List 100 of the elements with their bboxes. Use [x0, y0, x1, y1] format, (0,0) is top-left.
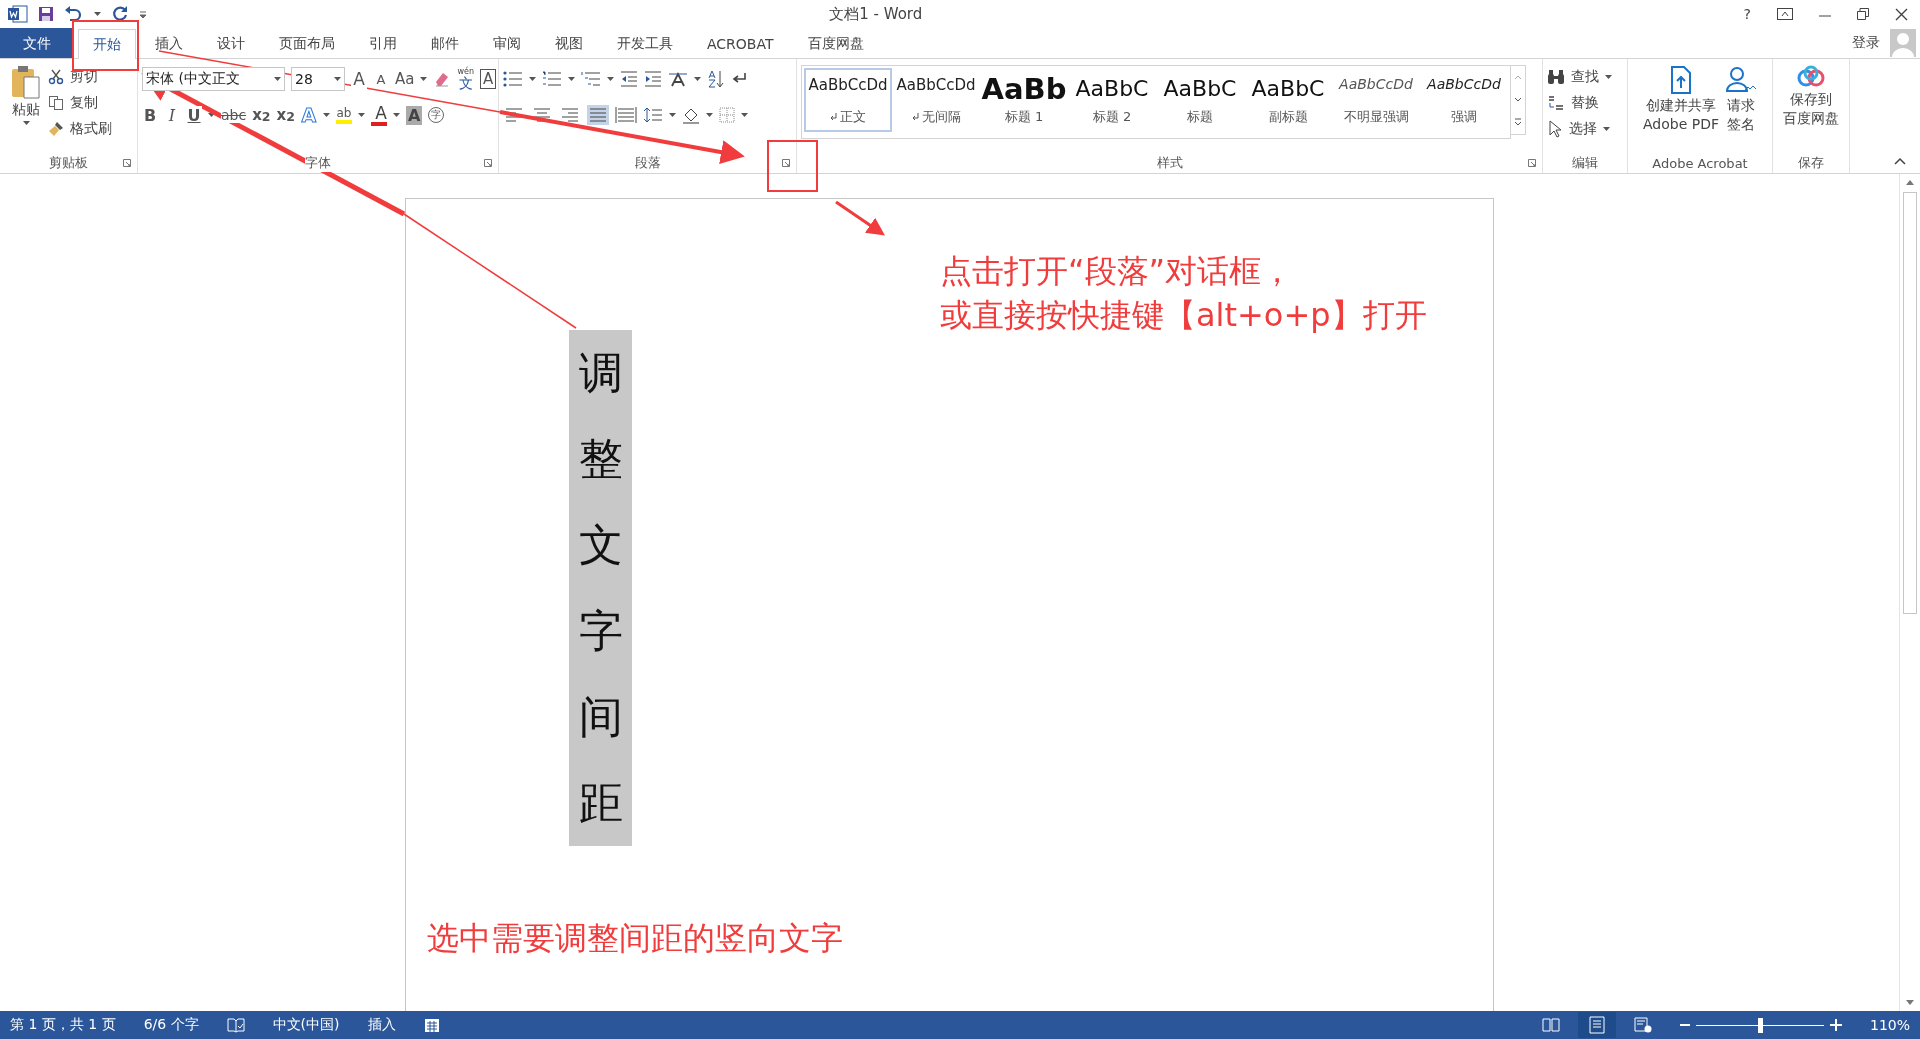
- file-tab[interactable]: 文件: [0, 28, 74, 58]
- sign-in-link[interactable]: 登录: [1852, 34, 1880, 52]
- caret-icon[interactable]: [392, 113, 400, 117]
- font-color-button[interactable]: A: [370, 104, 387, 126]
- dialog-launcher-icon[interactable]: [782, 159, 790, 167]
- bullets-icon[interactable]: [503, 71, 523, 87]
- caret-icon[interactable]: [694, 77, 701, 81]
- multilevel-list-icon[interactable]: [581, 71, 601, 87]
- highlight-button[interactable]: ab: [335, 106, 352, 124]
- caret-icon[interactable]: [94, 12, 101, 16]
- close-icon[interactable]: [1895, 7, 1908, 21]
- line-spacing-icon[interactable]: [643, 107, 663, 123]
- caret-icon[interactable]: [357, 113, 365, 117]
- increase-indent-icon[interactable]: [644, 71, 662, 87]
- request-signature-button[interactable]: 请求 签名: [1725, 65, 1757, 133]
- numbering-icon[interactable]: [542, 71, 562, 87]
- ribbon-tab[interactable]: 审阅: [478, 28, 536, 58]
- paragraph-mark-icon[interactable]: [731, 72, 747, 86]
- dialog-launcher-icon[interactable]: [484, 159, 492, 167]
- format-painter-button[interactable]: 格式刷: [48, 117, 112, 140]
- ribbon-tab[interactable]: 视图: [540, 28, 598, 58]
- help-button[interactable]: ?: [1743, 6, 1751, 22]
- replace-button[interactable]: 替换: [1547, 91, 1599, 114]
- ribbon-tab[interactable]: 邮件: [416, 28, 474, 58]
- style-gallery-item[interactable]: AaBbCcDd 不明显强调: [1332, 68, 1420, 132]
- caret-icon[interactable]: [669, 113, 676, 117]
- caret-icon[interactable]: [568, 77, 575, 81]
- font-name-field[interactable]: 宋体 (中文正文: [142, 67, 285, 91]
- caret-icon[interactable]: [334, 77, 341, 81]
- language-indicator[interactable]: 中文(中国): [272, 1016, 340, 1034]
- find-button[interactable]: 查找: [1547, 65, 1612, 88]
- save-icon[interactable]: [38, 6, 54, 22]
- style-gallery-item[interactable]: AaBbC 标题 2: [1068, 68, 1156, 132]
- proofing-icon[interactable]: [226, 1017, 245, 1033]
- asian-layout-icon[interactable]: [668, 71, 688, 87]
- font-size-field[interactable]: 28: [291, 67, 345, 91]
- caret-icon[interactable]: [741, 113, 748, 117]
- caret-icon[interactable]: [420, 77, 428, 81]
- read-mode-icon[interactable]: [1541, 1017, 1560, 1033]
- character-shading-button[interactable]: A: [405, 105, 423, 125]
- character-border-button[interactable]: A: [480, 69, 497, 89]
- style-gallery-item[interactable]: AaBbCcDd 强调: [1420, 68, 1508, 132]
- page-count[interactable]: 第 1 页，共 1 页: [10, 1016, 116, 1034]
- ribbon-tab[interactable]: 设计: [202, 28, 260, 58]
- align-center-icon[interactable]: [531, 105, 553, 125]
- caret-icon[interactable]: [1605, 74, 1612, 79]
- scroll-up-icon[interactable]: [1905, 178, 1915, 186]
- macro-icon[interactable]: [423, 1017, 440, 1033]
- restore-icon[interactable]: [1857, 8, 1869, 20]
- ribbon-tab[interactable]: 插入: [140, 28, 198, 58]
- underline-button[interactable]: U: [186, 105, 202, 125]
- style-gallery-item[interactable]: AaBbCcDd 无间隔: [892, 68, 980, 132]
- strikethrough-button[interactable]: abc: [221, 107, 247, 123]
- word-count[interactable]: 6/6 个字: [143, 1016, 199, 1034]
- zoom-in-icon[interactable]: [1829, 1019, 1842, 1031]
- ribbon-display-icon[interactable]: [1777, 8, 1793, 20]
- caret-icon[interactable]: [274, 77, 281, 81]
- ribbon-tab[interactable]: 百度网盘: [792, 28, 879, 58]
- customize-toolbar-icon[interactable]: [139, 10, 147, 18]
- caret-icon[interactable]: [322, 113, 330, 117]
- web-layout-icon[interactable]: [1633, 1017, 1652, 1033]
- style-gallery-item[interactable]: AaBbCcDd 正文: [804, 68, 892, 132]
- ribbon-tab[interactable]: 引用: [354, 28, 412, 58]
- decrease-indent-icon[interactable]: [620, 71, 638, 87]
- zoom-level[interactable]: 110%: [1869, 1017, 1910, 1033]
- style-gallery-item[interactable]: AaBb 标题 1: [980, 68, 1068, 132]
- create-pdf-button[interactable]: 创建并共享 Adobe PDF: [1643, 65, 1719, 133]
- collapse-ribbon-icon[interactable]: [1894, 157, 1906, 165]
- align-right-icon[interactable]: [559, 105, 581, 125]
- redo-icon[interactable]: [111, 5, 129, 23]
- undo-icon[interactable]: [64, 6, 84, 22]
- copy-button[interactable]: 复制: [48, 91, 112, 114]
- grow-font-button[interactable]: A: [351, 69, 367, 89]
- save-to-cloud-button[interactable]: 保存到 百度网盘: [1783, 65, 1839, 127]
- distributed-icon[interactable]: [615, 105, 637, 125]
- insert-mode[interactable]: 插入: [367, 1016, 396, 1034]
- caret-icon[interactable]: [529, 77, 536, 81]
- align-left-icon[interactable]: [503, 105, 525, 125]
- scroll-down-icon[interactable]: [1905, 999, 1915, 1007]
- phonetic-guide-button[interactable]: wén 文: [457, 68, 474, 90]
- caret-icon[interactable]: [1603, 126, 1610, 131]
- style-gallery-item[interactable]: AaBbC 副标题: [1244, 68, 1332, 132]
- ribbon-tab[interactable]: ACROBAT: [692, 28, 789, 58]
- dialog-launcher-icon[interactable]: [1528, 159, 1536, 167]
- select-button[interactable]: 选择: [1547, 117, 1610, 140]
- text-effects-button[interactable]: A: [300, 104, 317, 126]
- caret-icon[interactable]: [706, 113, 713, 117]
- ribbon-tab[interactable]: 页面布局: [264, 28, 350, 58]
- caret-icon[interactable]: [607, 77, 614, 81]
- print-layout-icon[interactable]: [1577, 1012, 1616, 1038]
- caret-icon[interactable]: [22, 121, 30, 125]
- style-gallery-item[interactable]: AaBbC 标题: [1156, 68, 1244, 132]
- sort-icon[interactable]: [707, 70, 725, 88]
- paste-button[interactable]: 粘贴: [4, 65, 48, 125]
- vertical-scrollbar[interactable]: [1899, 174, 1920, 1011]
- ribbon-tab[interactable]: 开始: [78, 29, 136, 59]
- caret-icon[interactable]: [208, 113, 215, 117]
- ribbon-tab[interactable]: 开发工具: [602, 28, 688, 58]
- enclose-characters-button[interactable]: 字: [428, 107, 445, 123]
- dialog-launcher-icon[interactable]: [123, 159, 131, 167]
